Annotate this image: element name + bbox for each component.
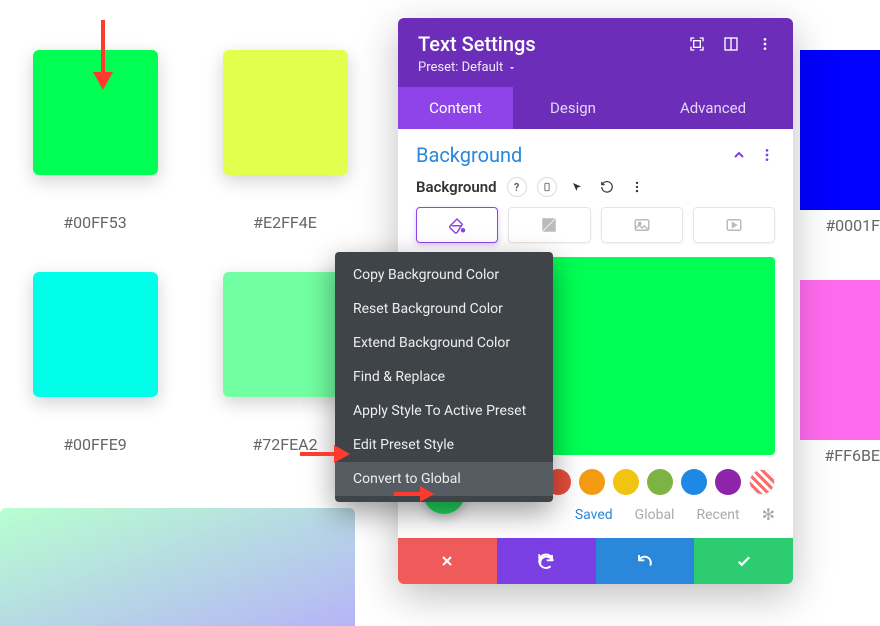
color-swatch-large[interactable] [800,50,880,210]
annotation-arrow-icon [88,20,118,90]
panel-header: Text Settings Preset: Default [398,18,793,87]
swatch-label: #E2FF4E [253,213,317,232]
annotation-arrow-icon [300,441,350,467]
panel-title: Text Settings [418,32,536,56]
palette-color[interactable] [613,469,639,495]
more-icon[interactable] [759,147,775,163]
palette-tabs: Saved Global Recent ✻ [398,505,793,538]
caret-down-icon [507,63,517,73]
layout-icon[interactable] [723,36,739,52]
tab-content[interactable]: Content [398,87,513,129]
tab-advanced[interactable]: Advanced [633,87,793,129]
gradient-swatch[interactable] [0,508,355,626]
ctx-item-extend-bg[interactable]: Extend Background Color [335,326,553,360]
swatch-label: #00FFE9 [63,435,127,454]
context-menu: Copy Background Color Reset Background C… [335,252,553,502]
color-swatch[interactable] [223,272,348,397]
palette-color[interactable] [681,469,707,495]
bg-type-image[interactable] [601,207,683,243]
palette-tab-recent[interactable]: Recent [696,507,739,523]
swatch-cell: #00FFE9 [0,272,190,454]
palette-tab-global[interactable]: Global [635,507,675,523]
background-type-tabs [398,207,793,257]
focus-icon[interactable] [689,36,705,52]
bg-type-color[interactable] [416,207,498,243]
ctx-item-copy-bg[interactable]: Copy Background Color [335,258,553,292]
preset-label: Preset: Default [418,60,503,75]
palette-tab-saved[interactable]: Saved [575,507,613,523]
swatch-label: #00FF53 [63,213,127,232]
section-title: Background [416,143,522,167]
ctx-item-find-replace[interactable]: Find & Replace [335,360,553,394]
annotation-arrow-icon [394,483,434,505]
more-icon[interactable] [757,36,773,52]
section-header[interactable]: Background [398,129,793,177]
panel-tabs: Content Design Advanced [398,87,793,129]
swatch-label: #0001F [825,216,880,235]
chevron-up-icon[interactable] [731,147,747,163]
ctx-item-convert-global[interactable]: Convert to Global [335,462,553,496]
confirm-button[interactable] [694,538,793,584]
palette-color[interactable] [579,469,605,495]
help-icon[interactable]: ? [507,177,527,197]
swatch-cell: #E2FF4E [190,50,380,232]
tab-design[interactable]: Design [513,87,633,129]
reset-icon[interactable] [597,177,617,197]
gear-icon[interactable]: ✻ [762,505,775,524]
bg-type-gradient[interactable] [508,207,590,243]
bg-type-video[interactable] [693,207,775,243]
row-label-text: Background [416,178,497,196]
panel-action-bar [398,538,793,584]
color-swatch[interactable] [33,272,158,397]
undo-button[interactable] [497,538,596,584]
swatch-label: #FF6BE [824,446,880,465]
ctx-item-apply-preset[interactable]: Apply Style To Active Preset [335,394,553,428]
palette-color[interactable] [715,469,741,495]
preset-selector[interactable]: Preset: Default [418,60,773,75]
palette-color[interactable] [647,469,673,495]
row-label: Background ? [398,177,793,207]
color-swatch[interactable] [223,50,348,175]
device-icon[interactable] [537,177,557,197]
more-icon[interactable] [627,177,647,197]
ctx-item-edit-preset[interactable]: Edit Preset Style [335,428,553,462]
redo-button[interactable] [596,538,695,584]
palette-color-none[interactable] [749,469,775,495]
color-swatch-large[interactable] [800,280,880,440]
ctx-item-reset-bg[interactable]: Reset Background Color [335,292,553,326]
cursor-icon[interactable] [567,177,587,197]
cancel-button[interactable] [398,538,497,584]
